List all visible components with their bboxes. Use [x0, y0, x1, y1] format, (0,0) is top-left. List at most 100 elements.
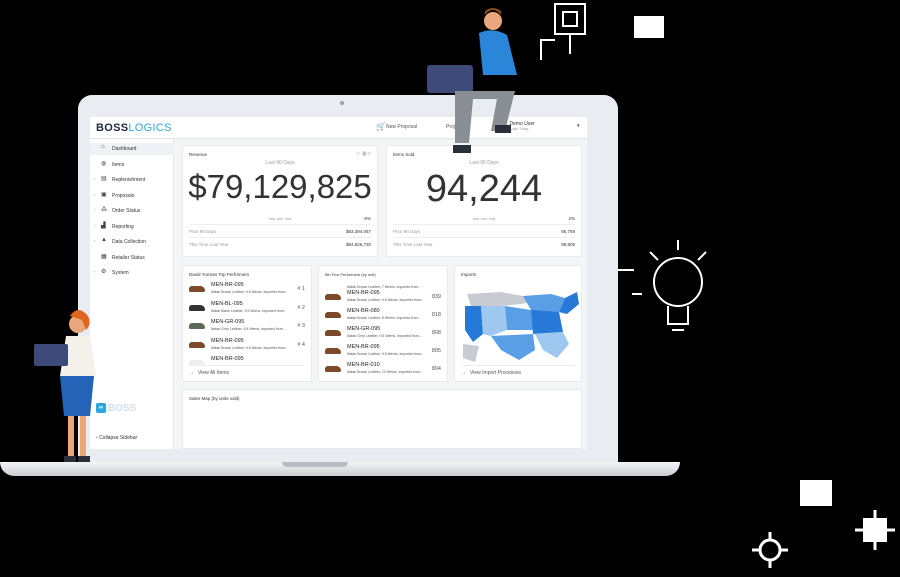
logo[interactable]: BOSSLOGICS	[96, 122, 172, 134]
list-item[interactable]: MEN-BR-080 Italian Brown Leather, 8 Wems,…	[325, 306, 441, 324]
chevron-right-icon: ›	[94, 222, 96, 228]
revenue-value: $79,129,825	[188, 168, 372, 205]
order-status-icon: ⁂	[101, 207, 107, 213]
woman-with-laptop-illustration	[34, 310, 96, 462]
sales-map-card: Sales Map (by units sold)	[182, 389, 582, 449]
product-desc: Italian Brown Leather, 9.5 Wems, Importe…	[211, 290, 289, 294]
product-sku: MEN-GR-095	[347, 326, 381, 332]
product-thumbnail	[189, 323, 205, 329]
view-import-processes-link[interactable]: → View Import Processes	[461, 370, 521, 376]
sidebar-item-order-status[interactable]: › ⁂ Order Status	[90, 205, 174, 217]
sidebar-item-items[interactable]: ◍ Items	[90, 159, 174, 171]
list-item[interactable]: MEN-BR-095 Italian Brown Leather, 9.5 Wem…	[189, 336, 305, 354]
chevron-down-icon[interactable]: ▾	[577, 123, 580, 129]
items-sold-value: 94,244	[425, 168, 543, 210]
divider	[461, 365, 575, 366]
map-region-south	[491, 334, 535, 360]
product-sku: MEN-BR-095	[347, 344, 380, 350]
product-desc: Italian Brown Leather, 9.5 Wems, Importe…	[347, 298, 425, 302]
list-item[interactable]: MEN-BR-095 Italian Brown Leather, 9.5 Wem…	[325, 288, 441, 306]
revenue-yoy-label: Year-over-Year	[268, 217, 292, 221]
top-performers-title: David Yurman Top Performers	[189, 272, 250, 277]
sidebar-item-label: System	[112, 270, 129, 276]
items-sold-change: 2%	[568, 216, 575, 221]
product-thumbnail	[325, 312, 341, 318]
product-thumbnail	[325, 366, 341, 372]
map-region-gulf	[535, 332, 569, 358]
product-units: 805	[431, 348, 441, 354]
product-sku: MEN-BR-095	[211, 337, 244, 344]
items-sold-period: Last 90 Days	[469, 160, 499, 166]
chevron-right-icon: ›	[94, 176, 96, 181]
chevron-right-icon: ›	[94, 238, 96, 243]
product-thumbnail	[325, 330, 341, 336]
system-icon: ⚙	[101, 269, 107, 275]
product-rank: # 3	[297, 323, 305, 329]
view-toggle-icons[interactable]: ▭ ▦ ≡	[356, 151, 371, 157]
items-sold-title: Items Sold	[393, 152, 415, 157]
map-region-west	[465, 306, 483, 342]
product-units: 808	[431, 330, 441, 336]
list-item[interactable]: MEN-GR-095 Italian Grey Leather, 9.5 Wems…	[325, 324, 441, 342]
sidebar-item-label: Replenishment	[112, 177, 146, 183]
list-item[interactable]: MEN-BR-095 Italian Brown Leather, 9.5 Wem…	[325, 342, 441, 360]
chevron-right-icon: ›	[94, 269, 96, 274]
laptop-notch	[282, 462, 348, 467]
product-thumbnail	[189, 286, 205, 292]
divider	[189, 237, 371, 238]
sidebar-item-proposals[interactable]: › ▣ Proposals	[90, 190, 174, 202]
lightbulb-icon	[616, 240, 707, 331]
product-rank: # 2	[297, 304, 305, 311]
items-icon: ◍	[101, 160, 107, 167]
divider	[393, 224, 575, 225]
items-sold-card: Items Sold Last 90 Days 94,244 Year-over…	[386, 145, 582, 257]
list-item[interactable]: MEN-BL-095 Italian Black Leather, 9.5 Wem…	[189, 299, 305, 317]
top-performers-card: David Yurman Top Performers MEN-BR-095 It…	[182, 265, 312, 382]
doodle-gear-icon	[752, 532, 788, 568]
revenue-period: Last 90 Days	[265, 160, 295, 166]
sidebar-item-label: Retailer Status	[112, 254, 145, 261]
product-sku: MEN-BR-095	[211, 282, 244, 288]
list-item[interactable]: MEN-BR-095 Italian Brown Leather, 9.5 Wem…	[189, 280, 305, 298]
sidebar-item-dashboard[interactable]: ⌂ Dashboard	[90, 143, 174, 155]
data-collection-icon: ▲	[101, 237, 107, 243]
arrow-right-icon: →	[461, 370, 466, 376]
product-thumbnail	[189, 304, 205, 311]
sidebar-item-label: Items	[112, 161, 125, 168]
product-desc: Italian Grey Leather, 9.5 Wems, Imported…	[347, 334, 422, 338]
camera-icon	[340, 101, 344, 105]
view-all-items-link[interactable]: → View All Items	[189, 370, 229, 376]
five-performers-title: 5th Five Performers (by unit)	[325, 272, 376, 277]
product-units: 804	[431, 366, 441, 372]
sidebar-item-retailer-status[interactable]: ▦ Retailer Status	[90, 252, 174, 264]
sidebar-item-label: Reporting	[112, 223, 134, 230]
sidebar-item-label: Order Status	[112, 208, 141, 214]
sidebar-item-label: Proposals	[112, 192, 135, 199]
items-sold-yoy-label: Year-over-Year	[472, 217, 496, 221]
us-map	[463, 292, 579, 362]
map-region-mountain	[481, 306, 507, 336]
new-proposal-link[interactable]: New Proposal	[386, 124, 417, 130]
cart-icon[interactable]: 🛒	[376, 122, 386, 131]
chevron-right-icon: ›	[94, 191, 96, 197]
sidebar-item-system[interactable]: › ⚙ System	[90, 267, 174, 279]
sidebar-item-replenishment[interactable]: › ▤ Replenishment	[90, 174, 174, 186]
product-desc: Italian Brown Leather, 9.5 Wems, Importe…	[347, 352, 425, 356]
divider	[189, 224, 371, 225]
product-thumbnail	[325, 294, 341, 300]
revenue-card: Revenue ▭ ▦ ≡ Last 90 Days $79,129,825 Y…	[182, 145, 378, 257]
map-region-central	[505, 306, 533, 330]
proposals-icon: ▣	[101, 191, 107, 198]
sidebar-item-reporting[interactable]: › ▟ Reporting	[90, 221, 174, 233]
product-units: 839	[431, 294, 441, 300]
product-desc: Italian Brown Leather, 10 Wems, Imported…	[347, 370, 424, 374]
product-units: 818	[431, 312, 441, 318]
list-item[interactable]: MEN-BR-010 Italian Brown Leather, 10 Wems…	[325, 360, 441, 378]
list-item[interactable]: MEN-GR-095 Italian Grey Leather, 9.5 Wems…	[189, 317, 305, 335]
sidebar-item-data-collection[interactable]: › ▲ Data Collection	[90, 236, 174, 248]
five-performers-card: 5th Five Performers (by unit) Italian Br…	[318, 265, 448, 382]
stage: BOSSLOGICS 🛒 New Proposal Projects Hi, D…	[0, 0, 900, 577]
product-thumbnail	[189, 341, 205, 348]
person-with-laptop-illustration	[427, 8, 517, 153]
sidebar-item-label: Dashboard	[112, 146, 137, 152]
